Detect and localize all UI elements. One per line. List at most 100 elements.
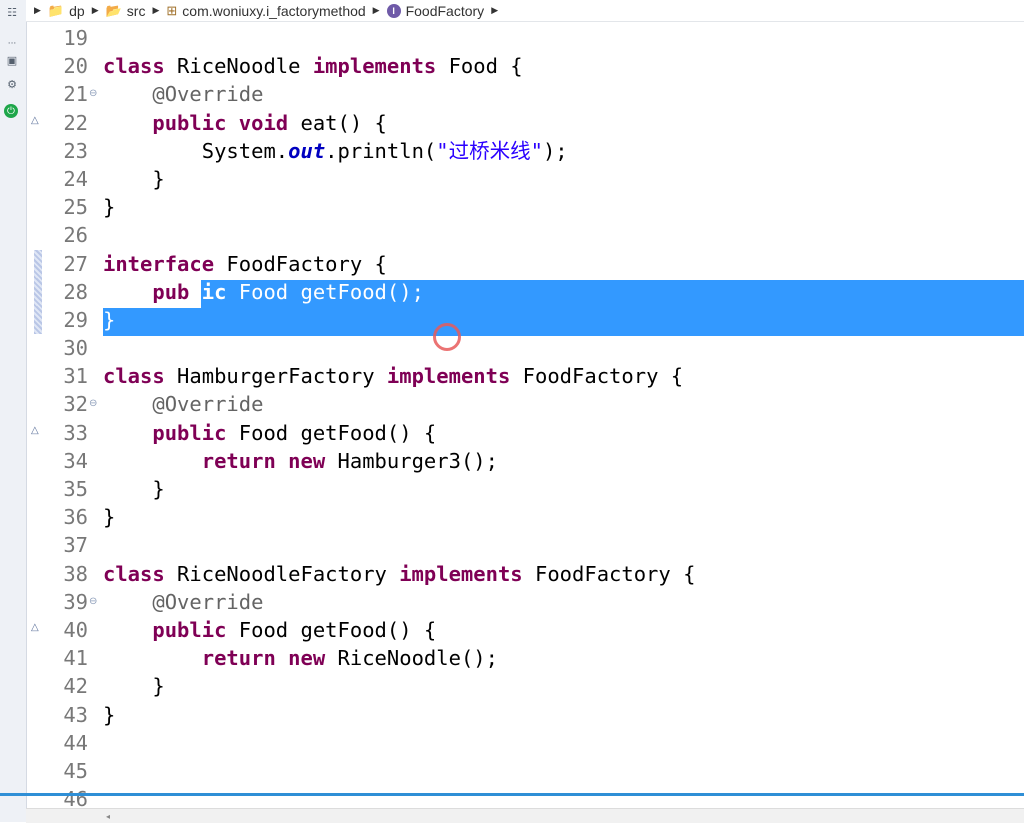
code-line[interactable]: 34 return new Hamburger3(); xyxy=(46,447,1024,475)
code-editor[interactable]: 19 20 class RiceNoodle implements Food {21… xyxy=(46,24,1024,813)
line-number: 40 xyxy=(63,617,88,642)
code-line[interactable]: 32 ⊖ @Override xyxy=(46,390,1024,418)
code-text: return new RiceNoodle(); xyxy=(201,646,498,671)
chevron-right-icon[interactable]: ▶ xyxy=(34,5,41,16)
code-text: public Food getFood() { xyxy=(152,420,437,445)
code-text: @Override xyxy=(152,589,264,614)
change-marker xyxy=(34,278,42,306)
code-text: public Food getFood(); xyxy=(152,279,424,304)
code-line[interactable]: 21 ⊖ @Override xyxy=(46,80,1024,108)
code-line[interactable]: 40 public Food getFood() { xyxy=(46,616,1024,644)
line-number: 31 xyxy=(63,364,88,389)
restore-icon[interactable]: ▣ xyxy=(3,52,21,68)
breadcrumb-label: dp xyxy=(69,2,85,19)
line-number: 23 xyxy=(63,138,88,163)
code-text: } xyxy=(103,307,116,332)
chevron-right-icon[interactable]: ▶ xyxy=(92,5,99,16)
line-number: 33 xyxy=(63,420,88,445)
code-text: class RiceNoodle implements Food { xyxy=(103,54,523,79)
code-line[interactable]: 38 class RiceNoodleFactory implements Foo… xyxy=(46,560,1024,588)
code-line[interactable]: 23 System.out.println("过桥米线"); xyxy=(46,137,1024,165)
code-line[interactable]: 45 xyxy=(46,757,1024,785)
code-text: return new Hamburger3(); xyxy=(201,448,498,473)
code-line[interactable]: 30 xyxy=(46,334,1024,362)
code-line[interactable]: 39 ⊖ @Override xyxy=(46,588,1024,616)
code-text: } xyxy=(103,674,165,699)
code-text: System.out.println("过桥米线"); xyxy=(103,138,568,163)
fold-toggle-icon[interactable]: ⊖ xyxy=(89,80,97,108)
left-toolbar: ☷ ··· ▣ ⚙ ⏻ xyxy=(0,0,27,822)
breadcrumb: ▶ 📁 dp ▶ 📂 src ▶ ⊞ com.woniuxy.i_factory… xyxy=(26,0,1024,22)
line-number: 27 xyxy=(63,251,88,276)
code-text: } xyxy=(103,505,116,530)
line-number: 26 xyxy=(63,223,88,248)
line-number: 44 xyxy=(63,730,88,755)
breadcrumb-label: FoodFactory xyxy=(405,2,485,19)
code-text: interface FoodFactory { xyxy=(103,251,387,276)
line-number: 29 xyxy=(63,307,88,332)
override-marker-icon[interactable]: △ xyxy=(31,115,39,126)
code-text: public void eat() { xyxy=(152,110,387,135)
scroll-left-icon[interactable]: ◂ xyxy=(106,812,110,821)
line-number: 39 xyxy=(63,589,88,614)
code-line[interactable]: 37 xyxy=(46,531,1024,559)
line-number: 42 xyxy=(63,674,88,699)
code-text: } xyxy=(103,702,116,727)
breadcrumb-item-package[interactable]: ⊞ com.woniuxy.i_factorymethod xyxy=(166,3,365,19)
code-text: @Override xyxy=(152,82,264,107)
code-line[interactable]: 24 } xyxy=(46,165,1024,193)
line-number: 25 xyxy=(63,195,88,220)
code-line[interactable]: 33 public Food getFood() { xyxy=(46,419,1024,447)
line-number: 32 xyxy=(63,392,88,417)
override-marker-icon[interactable]: △ xyxy=(31,425,39,436)
breadcrumb-item-interface[interactable]: I FoodFactory xyxy=(386,2,485,19)
code-line[interactable]: 22 public void eat() { xyxy=(46,109,1024,137)
fold-toggle-icon[interactable]: ⊖ xyxy=(89,588,97,616)
code-line[interactable]: 42 } xyxy=(46,672,1024,700)
fold-toggle-icon[interactable]: ⊖ xyxy=(89,390,97,418)
code-text: } xyxy=(103,477,165,501)
code-line[interactable]: 31 class HamburgerFactory implements Food… xyxy=(46,362,1024,390)
editor-gutter: △ △ △ xyxy=(26,24,46,792)
more-icon[interactable]: ··· xyxy=(3,36,21,52)
chevron-right-icon[interactable]: ▶ xyxy=(491,5,498,16)
code-line[interactable]: 43} xyxy=(46,701,1024,729)
override-marker-icon[interactable]: △ xyxy=(31,622,39,633)
code-text: class HamburgerFactory implements FoodFa… xyxy=(103,364,684,389)
code-line[interactable]: 26 xyxy=(46,221,1024,249)
line-number: 28 xyxy=(63,279,88,304)
line-number: 41 xyxy=(63,646,88,671)
code-line[interactable]: 28 public Food getFood(); xyxy=(46,278,1024,306)
code-line[interactable]: 27 interface FoodFactory { xyxy=(46,250,1024,278)
line-number: 36 xyxy=(63,505,88,530)
code-line[interactable]: 19 xyxy=(46,24,1024,52)
code-line[interactable]: 25} xyxy=(46,193,1024,221)
package-icon: ⊞ xyxy=(166,2,178,18)
breadcrumb-label: src xyxy=(126,2,146,19)
breadcrumb-item-project[interactable]: 📁 dp xyxy=(48,3,85,19)
chevron-right-icon[interactable]: ▶ xyxy=(152,5,159,16)
line-number: 38 xyxy=(63,561,88,586)
chevron-right-icon[interactable]: ▶ xyxy=(373,5,380,16)
line-number: 37 xyxy=(63,533,88,558)
line-number: 34 xyxy=(63,448,88,473)
code-text: } xyxy=(103,166,165,191)
code-line[interactable]: 36} xyxy=(46,503,1024,531)
code-line[interactable]: 44 xyxy=(46,729,1024,757)
change-marker xyxy=(34,250,42,278)
line-number: 21 xyxy=(63,82,88,107)
line-number: 43 xyxy=(63,702,88,727)
hierarchy-icon[interactable]: ☷ xyxy=(3,4,21,20)
code-line[interactable]: 35 } xyxy=(46,475,1024,503)
code-line[interactable]: 41 return new RiceNoodle(); xyxy=(46,644,1024,672)
power-icon[interactable]: ⏻ xyxy=(4,104,18,118)
breadcrumb-item-src[interactable]: 📂 src xyxy=(106,3,146,19)
line-number: 22 xyxy=(63,110,88,135)
line-number: 24 xyxy=(63,166,88,191)
code-line[interactable]: 20 class RiceNoodle implements Food { xyxy=(46,52,1024,80)
code-text: public Food getFood() { xyxy=(152,617,437,642)
code-text: @Override xyxy=(152,392,264,417)
code-line[interactable]: 29} xyxy=(46,306,1024,334)
horizontal-scrollbar[interactable] xyxy=(26,808,1024,823)
outline-icon[interactable]: ⚙ xyxy=(3,76,21,92)
